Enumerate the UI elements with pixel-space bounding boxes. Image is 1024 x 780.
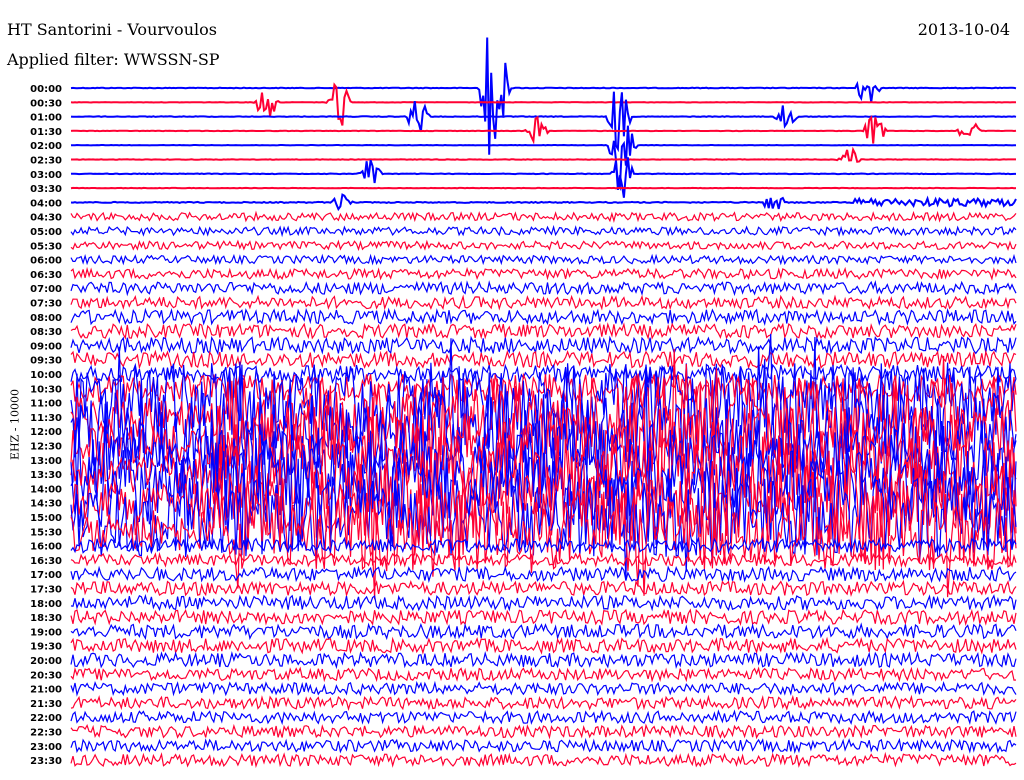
time-tick-label: 17:30 bbox=[30, 585, 62, 596]
time-tick-label: 00:00 bbox=[30, 84, 62, 95]
time-tick-label: 16:00 bbox=[30, 542, 62, 553]
time-tick-label: 03:30 bbox=[30, 184, 62, 195]
time-tick-label: 23:00 bbox=[30, 742, 62, 753]
time-tick-label: 23:30 bbox=[30, 756, 62, 767]
time-tick-label: 21:30 bbox=[30, 699, 62, 710]
time-tick-label: 22:30 bbox=[30, 728, 62, 739]
trace-0730 bbox=[70, 294, 1017, 311]
time-tick-label: 17:00 bbox=[30, 570, 62, 581]
time-tick-label: 10:30 bbox=[30, 384, 62, 395]
time-tick-label: 09:30 bbox=[30, 356, 62, 367]
trace-0630 bbox=[70, 266, 1017, 281]
trace-1800 bbox=[70, 593, 1017, 612]
time-tick-label: 14:30 bbox=[30, 499, 62, 510]
trace-2200 bbox=[70, 709, 1017, 726]
time-tick-label: 08:00 bbox=[30, 313, 62, 324]
time-tick-label: 08:30 bbox=[30, 327, 62, 338]
trace-0800 bbox=[70, 307, 1017, 326]
time-tick-label: 02:00 bbox=[30, 141, 62, 152]
trace-2230 bbox=[70, 723, 1017, 740]
trace-2000 bbox=[70, 651, 1017, 670]
trace-1630 bbox=[70, 551, 1017, 569]
trace-0400 bbox=[70, 193, 1017, 212]
time-tick-label: 15:30 bbox=[30, 527, 62, 538]
time-tick-label: 00:30 bbox=[30, 98, 62, 109]
time-tick-label: 13:30 bbox=[30, 470, 62, 481]
time-tick-label: 01:30 bbox=[30, 127, 62, 138]
time-tick-label: 14:00 bbox=[30, 484, 62, 495]
time-tick-label: 19:00 bbox=[30, 627, 62, 638]
trace-2300 bbox=[70, 737, 1017, 754]
trace-1900 bbox=[70, 622, 1017, 641]
time-tick-label: 11:00 bbox=[30, 399, 62, 410]
trace-0300 bbox=[70, 157, 1016, 198]
time-tick-label: 20:00 bbox=[30, 656, 62, 667]
time-tick-label: 11:30 bbox=[30, 413, 62, 424]
time-tick-label: 04:00 bbox=[30, 198, 62, 209]
trace-2130 bbox=[70, 694, 1017, 712]
time-tick-label: 05:30 bbox=[30, 241, 62, 252]
time-tick-label: 05:00 bbox=[30, 227, 62, 238]
trace-1830 bbox=[70, 608, 1017, 627]
trace-0700 bbox=[70, 280, 1017, 297]
time-tick-label: 15:00 bbox=[30, 513, 62, 524]
time-tick-label: 20:30 bbox=[30, 670, 62, 681]
time-tick-label: 06:00 bbox=[30, 256, 62, 267]
trace-0600 bbox=[70, 253, 1017, 266]
time-tick-label: 06:30 bbox=[30, 270, 62, 281]
trace-1730 bbox=[70, 579, 1017, 598]
trace-0230 bbox=[71, 146, 1016, 163]
time-tick-label: 18:30 bbox=[30, 613, 62, 624]
trace-0830 bbox=[70, 322, 1017, 341]
time-tick-label: 12:30 bbox=[30, 442, 62, 453]
time-tick-label: 09:00 bbox=[30, 341, 62, 352]
time-tick-label: 21:00 bbox=[30, 685, 62, 696]
trace-0930 bbox=[70, 349, 1017, 370]
trace-0130 bbox=[70, 115, 1017, 145]
helicorder-plot: 00:00 00:30 01:00 01:30 02:00 02:30 03:00 03:30… bbox=[30, 37, 1017, 769]
trace-1930 bbox=[70, 636, 1017, 655]
trace-0430 bbox=[70, 210, 1017, 223]
time-tick-label: 03:00 bbox=[30, 170, 62, 181]
trace-0900 bbox=[70, 335, 1017, 356]
time-tick-label: 01:00 bbox=[30, 113, 62, 124]
time-tick-label: 18:00 bbox=[30, 599, 62, 610]
trace-0530 bbox=[70, 239, 1017, 252]
time-tick-label: 02:30 bbox=[30, 156, 62, 167]
trace-0500 bbox=[70, 224, 1017, 238]
time-tick-label: 16:30 bbox=[30, 556, 62, 567]
time-tick-label: 04:30 bbox=[30, 213, 62, 224]
time-tick-label: 07:30 bbox=[30, 299, 62, 310]
time-tick-label: 07:00 bbox=[30, 284, 62, 295]
time-tick-label: 19:30 bbox=[30, 642, 62, 653]
trace-2100 bbox=[70, 680, 1017, 697]
trace-2030 bbox=[70, 666, 1017, 683]
time-tick-label: 22:00 bbox=[30, 713, 62, 724]
trace-1700 bbox=[70, 565, 1017, 584]
time-tick-label: 12:00 bbox=[30, 427, 62, 438]
trace-2330 bbox=[70, 751, 1017, 769]
time-tick-label: 13:00 bbox=[30, 456, 62, 467]
time-tick-label: 10:00 bbox=[30, 370, 62, 381]
